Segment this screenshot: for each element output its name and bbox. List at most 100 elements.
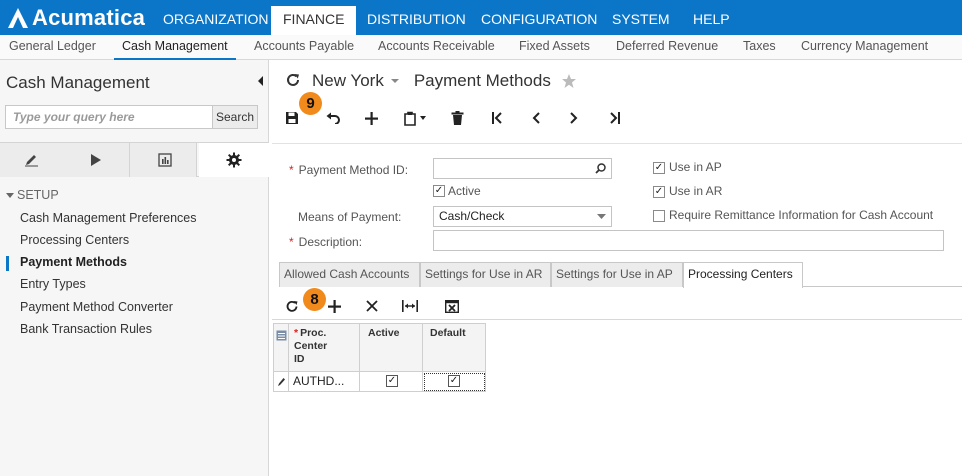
triangle-left-icon bbox=[258, 76, 263, 86]
sidebar-item-processing-centers[interactable]: Processing Centers bbox=[20, 233, 129, 247]
topnav-organization[interactable]: ORGANIZATION bbox=[151, 6, 281, 35]
previous-record-button[interactable] bbox=[525, 108, 547, 128]
require-remittance-checkbox[interactable] bbox=[653, 210, 665, 222]
grid-add-row-button[interactable] bbox=[323, 296, 345, 316]
sidebar-tab-run[interactable] bbox=[63, 143, 130, 177]
cancel-undo-button[interactable] bbox=[322, 108, 344, 128]
topnav-distribution[interactable]: DISTRIBUTION bbox=[355, 6, 478, 35]
grid-delete-row-button[interactable] bbox=[361, 296, 383, 316]
column-header-proc-center-id[interactable]: * Proc. Center ID bbox=[289, 323, 360, 372]
plus-icon bbox=[364, 111, 378, 125]
add-new-button[interactable] bbox=[360, 108, 382, 128]
module-submenu: General Ledger Cash Management Accounts … bbox=[0, 35, 962, 60]
tab-settings-for-use-in-ap[interactable]: Settings for Use in AP bbox=[551, 262, 683, 287]
close-icon bbox=[366, 300, 378, 312]
step-badge-8: 8 bbox=[303, 288, 326, 311]
sidebar-item-bank-transaction-rules[interactable]: Bank Transaction Rules bbox=[20, 322, 152, 336]
save-button[interactable] bbox=[281, 108, 303, 128]
label-text: Description: bbox=[298, 235, 363, 249]
pencil-icon bbox=[278, 378, 285, 386]
last-record-button[interactable] bbox=[604, 108, 626, 128]
step-badge-9: 9 bbox=[299, 92, 322, 115]
means-of-payment-select[interactable]: Cash/Check bbox=[433, 206, 612, 227]
first-record-button[interactable] bbox=[486, 108, 508, 128]
tab-allowed-cash-accounts[interactable]: Allowed Cash Accounts bbox=[279, 262, 420, 287]
grid-toolbar bbox=[272, 290, 962, 320]
submenu-cash-management[interactable]: Cash Management bbox=[114, 35, 236, 60]
require-remittance-label: Require Remittance Information for Cash … bbox=[669, 208, 934, 222]
acumatica-logo[interactable]: Acumatica bbox=[6, 5, 145, 31]
submenu-currency-management[interactable]: Currency Management bbox=[793, 35, 936, 60]
submenu-accounts-payable[interactable]: Accounts Payable bbox=[246, 35, 362, 60]
use-in-ar-label: Use in AR bbox=[669, 184, 723, 198]
sidebar-tab-edit[interactable] bbox=[0, 143, 67, 177]
copy-paste-button[interactable] bbox=[399, 108, 431, 128]
row-active-checkbox[interactable]: ✓ bbox=[386, 375, 398, 387]
sidebar-item-entry-types[interactable]: Entry Types bbox=[20, 277, 86, 291]
column-header-active[interactable]: Active bbox=[360, 323, 423, 372]
undo-icon bbox=[326, 112, 340, 124]
column-header-default[interactable]: Default bbox=[423, 323, 486, 372]
clipboard-icon bbox=[404, 111, 416, 126]
sidebar-search-input[interactable]: Type your query here bbox=[5, 105, 213, 129]
grid-row-selector-header[interactable] bbox=[273, 323, 289, 372]
submenu-deferred-revenue[interactable]: Deferred Revenue bbox=[608, 35, 726, 60]
active-checkbox-label: Active bbox=[448, 184, 481, 198]
description-input[interactable] bbox=[433, 230, 944, 251]
sidebar-tab-reports[interactable] bbox=[130, 143, 197, 177]
excel-icon bbox=[445, 299, 459, 313]
search-icon[interactable] bbox=[595, 163, 606, 174]
star-favorite-icon[interactable] bbox=[561, 73, 577, 89]
sidebar-section-setup[interactable]: SETUP bbox=[6, 188, 59, 202]
submenu-general-ledger[interactable]: General Ledger bbox=[1, 35, 104, 60]
cell-active[interactable]: ✓ bbox=[360, 372, 423, 392]
cell-default[interactable]: ✓ bbox=[423, 372, 486, 392]
chevron-left-icon bbox=[532, 112, 540, 124]
export-excel-button[interactable] bbox=[441, 296, 463, 316]
company-selector[interactable]: New York bbox=[312, 71, 384, 91]
active-checkbox[interactable]: ✓ bbox=[433, 185, 445, 197]
topnav-finance[interactable]: FINANCE bbox=[271, 6, 357, 35]
payment-method-id-input[interactable] bbox=[433, 158, 612, 179]
required-marker: * bbox=[294, 327, 299, 339]
sidebar-item-payment-method-converter[interactable]: Payment Method Converter bbox=[20, 300, 173, 314]
top-navigation-bar: Acumatica ORGANIZATION FINANCE DISTRIBUT… bbox=[0, 0, 962, 35]
refresh-icon[interactable] bbox=[285, 72, 301, 88]
topnav-help[interactable]: HELP bbox=[681, 6, 742, 35]
required-marker: * bbox=[289, 235, 294, 249]
sidebar: Cash Management Type your query here Sea… bbox=[0, 60, 269, 476]
use-in-ar-checkbox[interactable]: ✓ bbox=[653, 186, 665, 198]
submenu-accounts-receivable[interactable]: Accounts Receivable bbox=[370, 35, 503, 60]
caret-down-icon bbox=[420, 116, 426, 120]
next-record-button[interactable] bbox=[563, 108, 585, 128]
submenu-taxes[interactable]: Taxes bbox=[735, 35, 784, 60]
grid-refresh-button[interactable] bbox=[281, 296, 303, 316]
sidebar-title: Cash Management bbox=[6, 73, 150, 92]
collapse-sidebar-button[interactable] bbox=[254, 73, 268, 89]
tab-settings-for-use-in-ar[interactable]: Settings for Use in AR bbox=[420, 262, 551, 287]
required-marker: * bbox=[289, 163, 294, 177]
submenu-fixed-assets[interactable]: Fixed Assets bbox=[511, 35, 598, 60]
tab-processing-centers[interactable]: Processing Centers bbox=[683, 262, 803, 288]
topnav-configuration[interactable]: CONFIGURATION bbox=[469, 6, 609, 35]
sidebar-tab-settings[interactable] bbox=[199, 143, 269, 177]
description-label: * Description: bbox=[289, 235, 362, 249]
cell-proc-center-id[interactable]: AUTHD... bbox=[289, 372, 360, 392]
caret-down-icon[interactable] bbox=[390, 76, 400, 86]
payment-method-id-label: * Payment Method ID: bbox=[289, 163, 408, 177]
means-of-payment-label: Means of Payment: bbox=[298, 210, 402, 224]
row-default-checkbox[interactable]: ✓ bbox=[448, 375, 460, 387]
sidebar-item-payment-methods[interactable]: Payment Methods bbox=[20, 255, 127, 269]
fit-columns-button[interactable] bbox=[399, 296, 421, 316]
delete-button[interactable] bbox=[446, 108, 468, 128]
save-icon bbox=[286, 112, 298, 124]
triangle-down-icon bbox=[6, 193, 14, 198]
use-in-ap-checkbox[interactable]: ✓ bbox=[653, 162, 665, 174]
active-item-marker bbox=[6, 256, 9, 271]
row-edit-indicator[interactable] bbox=[273, 372, 289, 392]
sidebar-item-cash-management-preferences[interactable]: Cash Management Preferences bbox=[20, 211, 196, 225]
topnav-system[interactable]: SYSTEM bbox=[600, 6, 682, 35]
fit-width-icon bbox=[402, 300, 418, 312]
detail-tabs: Allowed Cash Accounts Settings for Use i… bbox=[279, 260, 962, 288]
sidebar-search-button[interactable]: Search bbox=[212, 105, 258, 129]
